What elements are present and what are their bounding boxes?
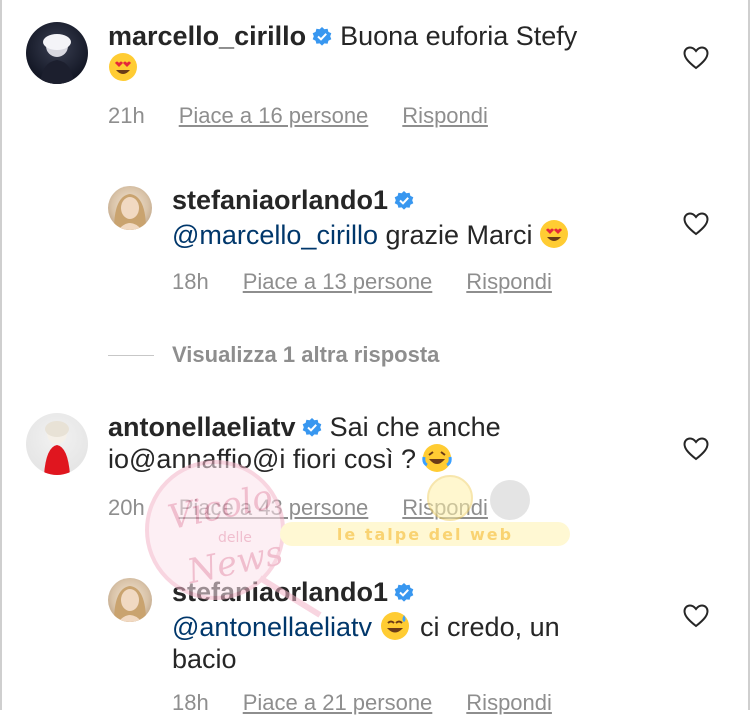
comment-text: Sai che anche (329, 412, 501, 442)
comment-text: ci credo, un (420, 612, 560, 642)
like-heart-icon[interactable] (683, 437, 709, 461)
divider (108, 354, 154, 356)
timestamp: 20h (108, 495, 145, 520)
sweat-smile-emoji (381, 612, 410, 640)
comment-1-line-2 (108, 52, 138, 84)
username[interactable]: antonellaeliatv (108, 412, 296, 442)
comment-3-line-2: io@annaffio@i fiori così ? (108, 443, 452, 475)
comment-text: bacio (172, 644, 237, 674)
timestamp: 21h (108, 103, 145, 128)
comment-3-line-1: antonellaeliatv Sai che anche (108, 411, 501, 443)
timestamp: 18h (172, 690, 209, 715)
comment-4-line-2: @antonellaeliatv ci credo, un (172, 611, 560, 643)
username[interactable]: stefaniaorlando1 (172, 577, 388, 607)
watermark-banner (280, 522, 570, 546)
view-more-replies[interactable]: Visualizza 1 altra risposta (108, 340, 439, 370)
verified-badge-icon (302, 418, 321, 437)
username[interactable]: stefaniaorlando1 (172, 185, 388, 215)
reply-button[interactable]: Rispondi (402, 495, 488, 520)
comment-2-line-1: stefaniaorlando1 (172, 184, 422, 216)
watermark-mascot-2 (490, 480, 530, 520)
comment-2-meta: 18h Piace a 13 persone Rispondi (172, 269, 552, 295)
watermark-banner-text: le talpe del web (337, 525, 513, 544)
like-heart-icon[interactable] (683, 212, 709, 236)
frame-border-left (0, 0, 2, 710)
comment-1-meta: 21h Piace a 16 persone Rispondi (108, 103, 488, 129)
comment-4-line-3: bacio (172, 643, 237, 675)
likes-link[interactable]: Piace a 13 persone (243, 269, 433, 294)
like-heart-icon[interactable] (683, 604, 709, 628)
avatar-stefania[interactable] (108, 578, 152, 622)
comment-text: io@annaffio@i fiori così ? (108, 444, 416, 474)
verified-badge-icon (394, 191, 414, 210)
reply-button[interactable]: Rispondi (402, 103, 488, 128)
likes-link[interactable]: Piace a 21 persone (243, 690, 433, 715)
watermark-text-2: delle (218, 530, 252, 546)
avatar-antonella[interactable] (26, 413, 88, 475)
username[interactable]: marcello_cirillo (108, 21, 306, 51)
reply-button[interactable]: Rispondi (466, 690, 552, 715)
view-more-replies-label[interactable]: Visualizza 1 altra risposta (172, 342, 439, 368)
comment-1-line-1: marcello_cirillo Buona euforia Stefy (108, 20, 577, 52)
reply-button[interactable]: Rispondi (466, 269, 552, 294)
likes-link[interactable]: Piace a 43 persone (179, 495, 369, 520)
timestamp: 18h (172, 269, 209, 294)
laughing-emoji (422, 444, 452, 472)
comment-4-line-1: stefaniaorlando1 (172, 576, 422, 608)
comment-text: Buona euforia Stefy (340, 21, 578, 51)
heart-eyes-emoji (539, 220, 568, 248)
comment-3-meta: 20h Piace a 43 persone Rispondi (108, 495, 488, 521)
avatar-marcello[interactable] (26, 22, 88, 84)
comment-text: grazie Marci (385, 220, 533, 250)
comment-2-line-2: @marcello_cirillo grazie Marci (172, 219, 569, 251)
like-heart-icon[interactable] (683, 46, 709, 70)
mention-link[interactable]: @marcello_cirillo (172, 220, 378, 250)
mention-link[interactable]: @antonellaeliatv (172, 612, 372, 642)
comment-4-meta: 18h Piace a 21 persone Rispondi (172, 690, 552, 716)
avatar-stefania[interactable] (108, 186, 152, 230)
verified-badge-icon (312, 27, 332, 46)
heart-eyes-emoji (109, 53, 137, 81)
verified-badge-icon (394, 583, 414, 602)
likes-link[interactable]: Piace a 16 persone (179, 103, 369, 128)
